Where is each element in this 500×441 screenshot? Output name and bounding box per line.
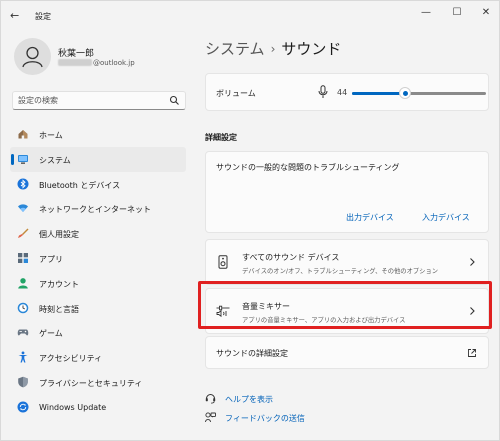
maximize-button[interactable]: ☐ (446, 5, 468, 21)
sidebar-item-label: ホーム (39, 131, 63, 140)
update-icon (17, 401, 29, 413)
sidebar-item-personalization[interactable]: 個人用設定 (10, 221, 186, 246)
gamepad-icon (17, 329, 29, 336)
sidebar-item-windows-update[interactable]: Windows Update (10, 395, 186, 420)
breadcrumb-separator: › (270, 42, 276, 56)
volume-card: ボリューム 44 (205, 73, 489, 111)
user-name: 秋葉一郎 (58, 49, 95, 59)
sidebar-item-label: ゲーム (39, 329, 63, 339)
section-title-advanced: 詳細設定 (205, 133, 237, 142)
app-title: 設定 (35, 12, 51, 21)
minimize-button[interactable]: — (415, 5, 437, 21)
row-title: サウンドの詳細設定 (216, 349, 288, 358)
apps-icon (18, 252, 28, 263)
sidebar-item-label: アプリ (39, 254, 63, 264)
sidebar-item-system[interactable]: システム (10, 146, 186, 172)
volume-slider[interactable] (352, 87, 486, 99)
speaker-device-icon (218, 255, 228, 269)
user-email-suffix: @outlook.jp (93, 59, 135, 67)
troubleshoot-text: サウンドの一般的な問題のトラブルシューティング (216, 163, 400, 172)
person-icon (22, 46, 43, 68)
get-help-link[interactable]: ヘルプを表示 (205, 392, 365, 406)
page-title: サウンド (281, 40, 342, 58)
highlight-box (198, 281, 492, 329)
volume-value: 44 (337, 88, 348, 97)
sidebar-item-bluetooth[interactable]: Bluetooth とデバイス (10, 172, 186, 197)
search-icon[interactable] (169, 95, 180, 106)
volume-label: ボリューム (216, 89, 256, 98)
all-sound-devices-row[interactable]: すべてのサウンド デバイス デバイスのオン/オフ、トラブルシューティング、その他… (205, 239, 489, 285)
breadcrumb: システム › サウンド (205, 38, 341, 59)
sidebar-item-label: システム (39, 155, 71, 165)
sidebar-item-time-language[interactable]: 時刻と言語 (10, 296, 186, 321)
sidebar-item-label: アクセシビリティ (39, 354, 103, 364)
sidebar-item-accounts[interactable]: アカウント (10, 271, 186, 296)
row-subtitle: デバイスのオン/オフ、トラブルシューティング、その他のオプション (242, 268, 439, 275)
close-button[interactable]: ✕ (475, 5, 497, 21)
time-language-icon (17, 302, 29, 313)
chevron-right-icon (470, 258, 475, 266)
accessibility-icon (18, 351, 28, 363)
title-bar: ← 設定 — ☐ ✕ (1, 1, 500, 31)
settings-window: ← 設定 — ☐ ✕ 秋葉一郎 @outlook.jp ホーム システム Blu… (0, 0, 500, 441)
sidebar-item-privacy-security[interactable]: プライバシーとセキュリティ (10, 370, 186, 395)
search-input[interactable] (12, 91, 186, 110)
redacted-email-part (58, 59, 92, 66)
output-devices-button[interactable]: 出力デバイス (346, 212, 394, 223)
get-help-label[interactable]: ヘルプを表示 (225, 394, 273, 405)
sidebar-item-label: Windows Update (39, 402, 107, 412)
microphone-icon[interactable] (318, 85, 328, 99)
sidebar-item-gaming[interactable]: ゲーム (10, 320, 186, 345)
troubleshoot-card: サウンドの一般的な問題のトラブルシューティング 出力デバイス 入力デバイス (205, 151, 489, 233)
feedback-label[interactable]: フィードバックの送信 (225, 413, 305, 424)
sidebar-item-label: 時刻と言語 (39, 304, 79, 314)
user-email: @outlook.jp (58, 59, 135, 67)
more-sound-settings-row[interactable]: サウンドの詳細設定 (205, 336, 489, 369)
sidebar-nav: ホーム システム Bluetooth とデバイス ネットワークとインターネット … (10, 122, 186, 420)
sidebar-item-network[interactable]: ネットワークとインターネット (10, 196, 186, 221)
avatar[interactable] (14, 38, 51, 75)
feedback-link[interactable]: フィードバックの送信 (205, 411, 365, 425)
sidebar-item-label: アカウント (39, 279, 79, 289)
help-icon (205, 394, 216, 404)
active-indicator (11, 153, 14, 165)
slider-thumb[interactable] (399, 87, 411, 99)
sidebar-item-label: プライバシーとセキュリティ (39, 378, 143, 388)
row-title: すべてのサウンド デバイス (242, 253, 340, 262)
home-icon (18, 130, 28, 139)
sidebar-item-label: Bluetooth とデバイス (39, 180, 121, 190)
brush-icon (18, 228, 29, 239)
back-arrow-icon[interactable]: ← (10, 9, 24, 23)
shield-icon (18, 376, 28, 388)
feedback-icon (205, 412, 216, 423)
account-icon (18, 277, 28, 289)
bluetooth-icon (17, 178, 29, 190)
sidebar-item-home[interactable]: ホーム (10, 122, 186, 147)
input-devices-button[interactable]: 入力デバイス (422, 212, 470, 223)
slider-fill (352, 92, 405, 95)
breadcrumb-parent[interactable]: システム (205, 40, 265, 58)
sidebar-item-label: 個人用設定 (39, 230, 79, 240)
external-link-icon (468, 349, 476, 357)
system-icon (18, 154, 28, 164)
sidebar-item-apps[interactable]: アプリ (10, 246, 186, 271)
network-icon (18, 204, 28, 213)
sidebar-item-accessibility[interactable]: アクセシビリティ (10, 345, 186, 370)
sidebar-item-label: ネットワークとインターネット (39, 205, 151, 215)
